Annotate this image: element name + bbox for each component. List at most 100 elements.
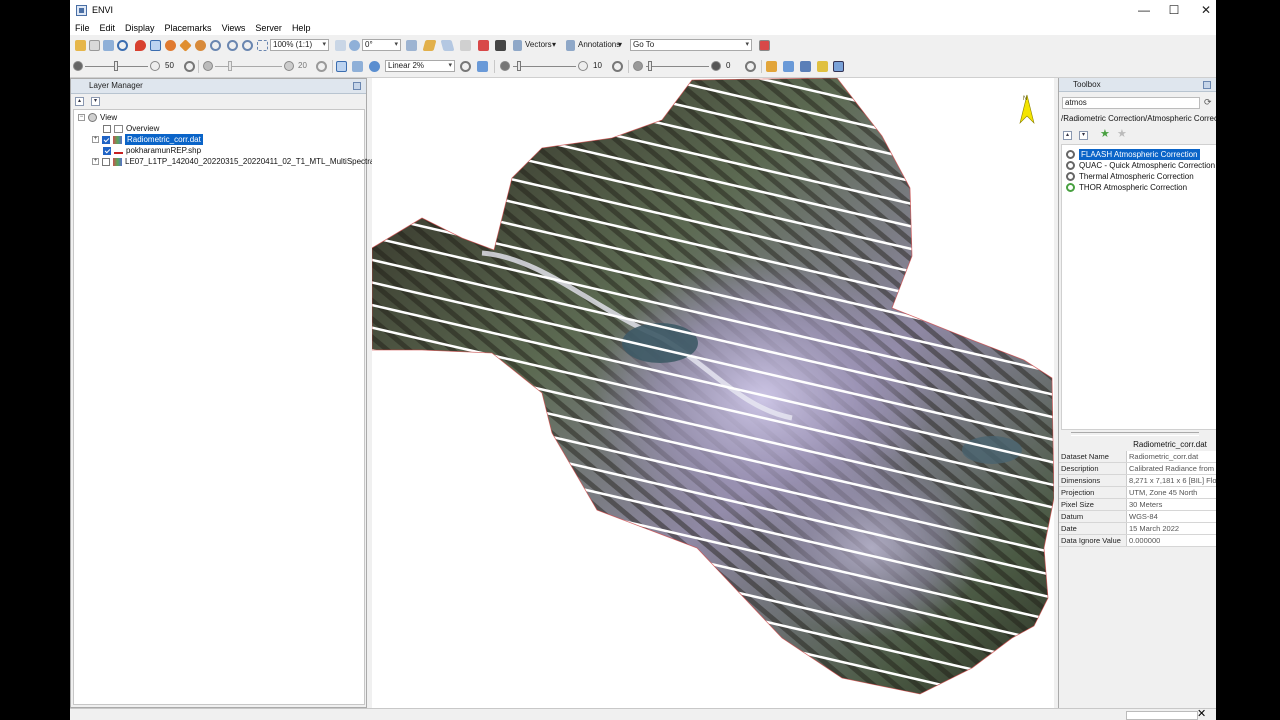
tree-item-overview[interactable]: Overview	[103, 123, 159, 134]
maximize-button[interactable]: ☐	[1158, 0, 1190, 20]
status-close-icon[interactable]: ✕	[1197, 709, 1206, 720]
refresh-icon[interactable]: ⟳	[1204, 97, 1214, 108]
contrast-slider-thumb[interactable]	[228, 61, 232, 71]
tree-item-pokharamun[interactable]: pokharamunREP.shp	[103, 145, 201, 156]
minimize-button[interactable]: —	[1128, 0, 1160, 20]
collapse-all-icon[interactable]: ▴	[75, 97, 84, 106]
menu-edit[interactable]: Edit	[95, 23, 121, 33]
chip-view-icon[interactable]	[336, 61, 347, 72]
pin-panel-icon[interactable]	[1203, 81, 1211, 89]
annotations-icon[interactable]	[566, 40, 575, 51]
histogram-icon[interactable]	[477, 61, 488, 72]
tool-thermal[interactable]: Thermal Atmospheric Correction	[1066, 171, 1194, 182]
view-globe-icon	[88, 113, 97, 122]
flicker-icon[interactable]	[817, 61, 828, 72]
reset-brightness-icon[interactable]	[184, 61, 195, 72]
reset-sharpen-icon[interactable]	[612, 61, 623, 72]
annotations-menu[interactable]: Annotations	[578, 40, 620, 49]
zoom-extent-icon[interactable]	[257, 40, 268, 51]
pin-panel-icon[interactable]	[353, 82, 361, 90]
sharpen-slider-thumb[interactable]	[517, 61, 521, 71]
zoom-icon[interactable]	[210, 40, 221, 51]
svg-text:N: N	[1023, 96, 1027, 102]
add-favorite-icon[interactable]: ★	[1100, 129, 1110, 140]
annotation-delete-icon[interactable]	[478, 40, 489, 51]
rotate-icon[interactable]	[195, 40, 206, 51]
tree-item-le07[interactable]: + LE07_L1TP_142040_20220315_20220411_02_…	[92, 156, 376, 167]
toolbox-header: Toolbox	[1059, 78, 1216, 92]
remove-favorite-icon[interactable]: ★	[1117, 129, 1127, 140]
tree-item-view[interactable]: − View	[78, 112, 117, 123]
annotation-line-icon[interactable]	[440, 40, 455, 51]
annotation-select-icon[interactable]	[460, 40, 471, 51]
expand-all-icon[interactable]: ▾	[1079, 131, 1088, 140]
close-button[interactable]: ✕	[1190, 0, 1216, 20]
menu-help[interactable]: Help	[287, 23, 316, 33]
reset-contrast-icon[interactable]	[316, 61, 327, 72]
profile-icon[interactable]	[766, 61, 777, 72]
property-row: Description Calibrated Radiance from [M	[1059, 463, 1216, 475]
contrast-slider[interactable]	[215, 66, 282, 67]
rotate-left-icon[interactable]	[335, 40, 346, 51]
goto-combo[interactable]: Go To ▾	[630, 39, 752, 51]
stop-icon[interactable]	[759, 40, 770, 51]
spectral-icon[interactable]	[783, 61, 794, 72]
menu-file[interactable]: File	[70, 23, 95, 33]
status-bar: ✕	[70, 708, 1216, 720]
transparency-slider-thumb[interactable]	[648, 61, 652, 71]
radiometric-checkbox[interactable]	[102, 135, 110, 144]
reset-transparency-icon[interactable]	[745, 61, 756, 72]
display-icon[interactable]	[103, 40, 114, 51]
zoom-out-icon[interactable]	[242, 40, 253, 51]
stretch-combo[interactable]: Linear 2% ▾	[385, 60, 455, 72]
tool-thor[interactable]: THOR Atmospheric Correction	[1066, 182, 1187, 193]
crosshair-icon[interactable]	[117, 40, 128, 51]
menu-display[interactable]: Display	[120, 23, 160, 33]
swipe-icon[interactable]	[833, 61, 844, 72]
expand-all-icon[interactable]: ▾	[91, 97, 100, 106]
collapse-all-icon[interactable]: ▴	[1063, 131, 1072, 140]
sharpen-slider[interactable]	[513, 66, 576, 67]
menu-views[interactable]: Views	[217, 23, 251, 33]
overview-checkbox[interactable]	[103, 124, 111, 133]
menu-server[interactable]: Server	[250, 23, 287, 33]
transparency-slider[interactable]	[646, 66, 709, 67]
keyboard-icon[interactable]	[495, 40, 506, 51]
brightness-slider-thumb[interactable]	[114, 61, 118, 71]
expand-toggle-icon[interactable]: +	[92, 136, 99, 143]
open-folder-icon[interactable]	[75, 40, 86, 51]
pan-icon[interactable]	[165, 40, 176, 51]
image-view[interactable]: N	[372, 78, 1054, 708]
zoom-combo[interactable]: 100% (1:1) ▾	[270, 39, 329, 51]
satellite-image[interactable]: N	[372, 78, 1054, 708]
crosshair-tool-icon[interactable]	[369, 61, 380, 72]
fly-icon[interactable]	[179, 39, 192, 52]
le07-checkbox[interactable]	[102, 157, 110, 166]
vectors-icon[interactable]	[513, 40, 522, 51]
separator	[198, 60, 199, 73]
pin-icon[interactable]	[135, 40, 146, 51]
cursor-value-icon[interactable]	[352, 61, 363, 72]
portal-icon[interactable]	[800, 61, 811, 72]
zoom-in-icon[interactable]	[227, 40, 238, 51]
property-row: Projection UTM, Zone 45 North	[1059, 487, 1216, 499]
tree-item-radiometric[interactable]: + Radiometric_corr.dat	[92, 134, 203, 145]
tool-quac[interactable]: QUAC - Quick Atmospheric Correction	[1066, 160, 1215, 171]
hand-icon[interactable]	[406, 40, 417, 51]
toolbox-search-input[interactable]: atmos	[1062, 97, 1200, 109]
collapse-toggle-icon[interactable]: −	[78, 114, 85, 121]
vectors-menu[interactable]: Vectors	[525, 40, 552, 49]
rotation-combo[interactable]: 0° ▾	[362, 39, 401, 51]
refresh-stretch-icon[interactable]	[460, 61, 471, 72]
menu-placemarks[interactable]: Placemarks	[160, 23, 217, 33]
expand-toggle-icon[interactable]: +	[92, 158, 99, 165]
tool-flaash[interactable]: FLAASH Atmospheric Correction	[1066, 149, 1200, 160]
brightness-low-icon	[73, 61, 83, 71]
pokharamun-checkbox[interactable]	[103, 146, 111, 155]
select-icon[interactable]	[150, 40, 161, 51]
gear-icon	[1066, 150, 1075, 159]
panel-splitter[interactable]	[1071, 432, 1199, 436]
rotate-right-icon[interactable]	[349, 40, 360, 51]
annotation-text-icon[interactable]	[422, 40, 437, 51]
data-manager-icon[interactable]	[89, 40, 100, 51]
